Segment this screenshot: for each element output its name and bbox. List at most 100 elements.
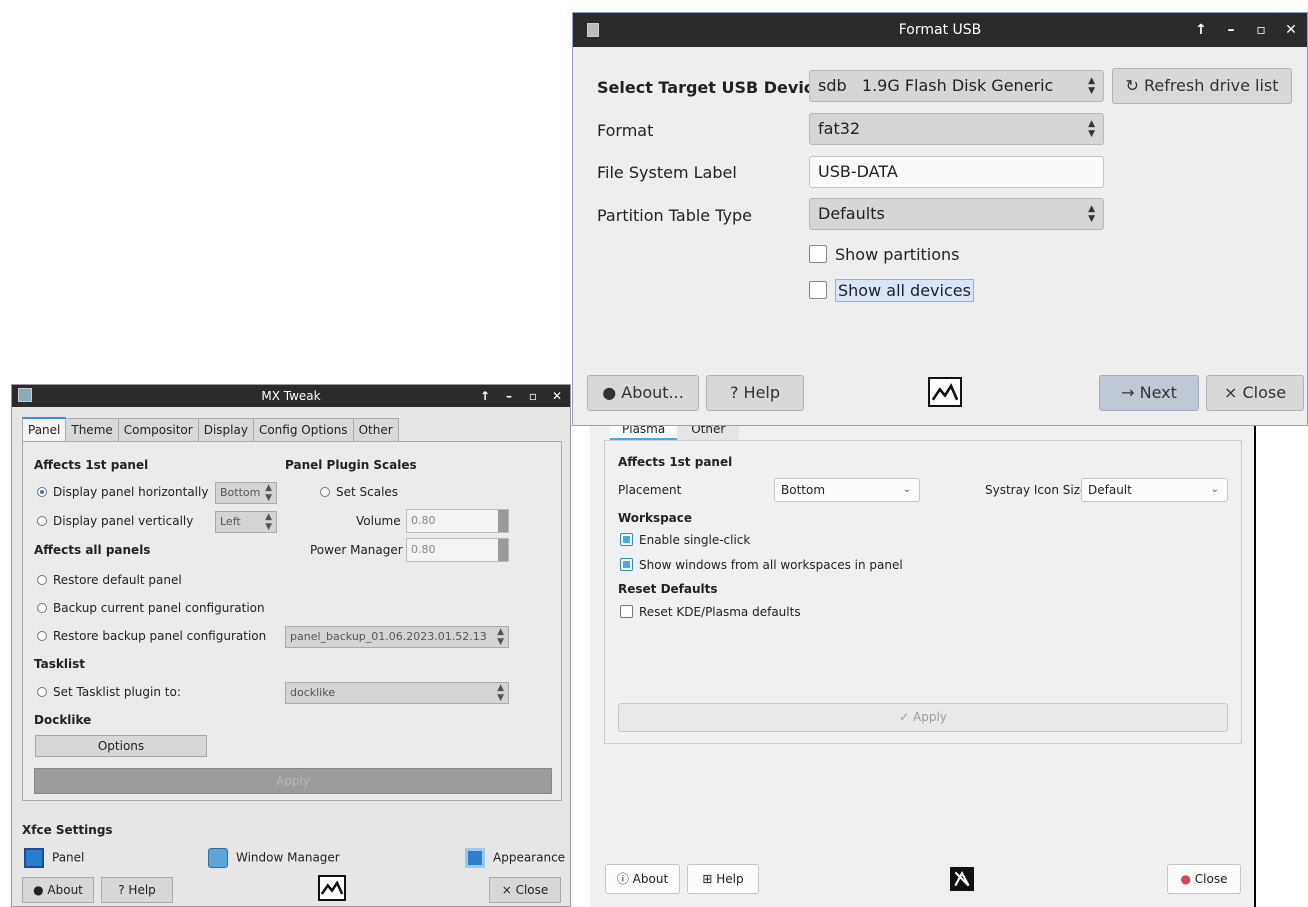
refresh-drive-list-button[interactable]: ↻ Refresh drive list (1112, 68, 1292, 104)
reset-kde-label: Reset KDE/Plasma defaults (639, 605, 801, 619)
radio-selected-icon (37, 487, 47, 497)
tab-panel[interactable]: Panel (22, 417, 67, 441)
mx-tweak-panel-tab-content: Affects 1st panel Panel Plugin Scales Di… (22, 441, 562, 801)
partition-table-label: Partition Table Type (597, 206, 752, 225)
checkbox-checked-icon (620, 558, 633, 571)
mx-logo (928, 377, 962, 407)
set-scales-radio[interactable]: Set Scales (320, 485, 398, 499)
xfce-appearance-launcher[interactable]: Appearance (465, 848, 565, 868)
xfce-appearance-label: Appearance (493, 850, 566, 865)
mx-tweak-tabbar: Panel Theme Compositor Display Config Op… (22, 417, 399, 442)
mx-tweak-apply-button[interactable]: Apply (34, 768, 552, 794)
x-icon: × (1223, 383, 1238, 402)
panel-settings-icon (24, 848, 44, 868)
spinner-arrows-icon: ▲ ▼ (265, 512, 272, 532)
format-label: Format (597, 121, 654, 140)
target-device-select[interactable]: sdb 1.9G Flash Disk Generic ▲ ▼ (809, 70, 1104, 102)
xfce-window-manager-launcher[interactable]: Window Manager (208, 848, 340, 868)
restore-backup-panel-radio[interactable]: Restore backup panel configuration (37, 629, 266, 643)
info-icon: ● (602, 383, 617, 402)
minimize-icon[interactable]: – (502, 385, 516, 407)
format-usb-titlebar[interactable]: Format USB ↑ – ▫ ✕ (573, 13, 1307, 47)
vertical-position-value: Left (220, 515, 241, 528)
plasma-help-button[interactable]: ⊞ Help (687, 864, 759, 894)
reset-kde-defaults-checkbox[interactable]: Reset KDE/Plasma defaults (620, 605, 801, 619)
tab-display[interactable]: Display (197, 418, 254, 442)
display-vertically-radio[interactable]: Display panel vertically (37, 514, 193, 528)
maximize-icon[interactable]: ▫ (1253, 13, 1269, 47)
power-manager-spinbox[interactable]: 0.80 (406, 538, 509, 562)
format-usb-help-button[interactable]: ? Help (706, 375, 804, 411)
plasma-close-button[interactable]: ● Close (1167, 864, 1241, 894)
panel-plugin-scales-heading: Panel Plugin Scales (285, 458, 417, 472)
spinner-arrows-icon: ▲ ▼ (497, 627, 504, 647)
placement-label: Placement (618, 483, 682, 497)
backup-current-panel-radio[interactable]: Backup current panel configuration (37, 601, 265, 615)
checkbox-icon (620, 605, 633, 618)
mx-tweak-help-button[interactable]: ? Help (101, 877, 173, 903)
volume-value: 0.80 (411, 514, 436, 527)
backup-file-select[interactable]: panel_backup_01.06.2023.01.52.13 ▲ ▼ (285, 626, 509, 648)
keep-above-icon[interactable]: ↑ (1193, 13, 1209, 47)
plasma-apply-button[interactable]: ✓ Apply (618, 703, 1228, 732)
display-vertically-label: Display panel vertically (53, 514, 194, 528)
help-book-icon: ⊞ (702, 872, 713, 886)
tab-compositor[interactable]: Compositor (117, 418, 199, 442)
placement-select[interactable]: Bottom ⌄ (774, 478, 920, 502)
minimize-icon[interactable]: – (1223, 13, 1239, 47)
set-tasklist-radio[interactable]: Set Tasklist plugin to: (37, 685, 181, 699)
tasklist-plugin-select[interactable]: docklike ▲ ▼ (285, 682, 509, 704)
help-label: Help (128, 883, 156, 897)
single-click-checkbox[interactable]: Enable single-click (620, 533, 750, 547)
partition-table-select[interactable]: Defaults ▲ ▼ (809, 198, 1104, 230)
format-select[interactable]: fat32 ▲ ▼ (809, 113, 1104, 145)
spin-buttons[interactable] (498, 510, 508, 532)
mx-tweak-about-button[interactable]: ● About (22, 877, 94, 903)
power-manager-label: Power Manager (310, 543, 403, 557)
fs-label-input[interactable]: USB-DATA (809, 156, 1104, 188)
tab-theme[interactable]: Theme (65, 418, 119, 442)
checkbox-icon (809, 281, 827, 299)
format-usb-about-button[interactable]: ● About... (587, 375, 699, 411)
vertical-position-select[interactable]: Left ▲ ▼ (215, 511, 277, 533)
volume-spinbox[interactable]: 0.80 (406, 509, 509, 533)
mx-tweak-window: MX Tweak ↑ – ▫ ✕ Panel Theme Compositor … (11, 384, 571, 907)
close-icon[interactable]: ✕ (550, 385, 564, 407)
plasma-about-button[interactable]: ⓘ About (605, 864, 680, 894)
tasklist-heading: Tasklist (34, 657, 85, 671)
display-horizontally-radio[interactable]: Display panel horizontally (37, 485, 208, 499)
systray-icon-size-select[interactable]: Default ⌄ (1081, 478, 1228, 502)
format-usb-next-button[interactable]: → Next (1099, 375, 1199, 411)
horizontal-position-select[interactable]: Bottom ▲ ▼ (215, 482, 277, 504)
maximize-icon[interactable]: ▫ (526, 385, 540, 407)
partition-table-value: Defaults (818, 204, 885, 223)
xfce-window-manager-label: Window Manager (236, 850, 340, 865)
tab-config-options[interactable]: Config Options (252, 418, 354, 442)
spin-buttons[interactable] (498, 539, 508, 561)
single-click-label: Enable single-click (639, 533, 751, 547)
radio-icon (37, 575, 47, 585)
xfce-panel-launcher[interactable]: Panel (24, 848, 84, 868)
radio-icon (37, 516, 47, 526)
restore-default-panel-radio[interactable]: Restore default panel (37, 573, 182, 587)
format-usb-close-button[interactable]: × Close (1206, 375, 1304, 411)
keep-above-icon[interactable]: ↑ (478, 385, 492, 407)
spinner-arrows-icon: ▲ ▼ (497, 683, 504, 703)
docklike-options-button[interactable]: Options (35, 735, 207, 757)
mx-tweak-close-button[interactable]: × Close (489, 877, 561, 903)
checkbox-checked-icon (620, 533, 633, 546)
mx-tweak-titlebar[interactable]: MX Tweak ↑ – ▫ ✕ (12, 385, 570, 407)
appearance-icon (465, 848, 485, 868)
affects-all-panels-heading: Affects all panels (34, 543, 151, 557)
select-target-device-label: Select Target USB Device (597, 78, 825, 97)
fs-label-label: File System Label (597, 163, 737, 182)
close-label: Close (1242, 383, 1287, 402)
format-value: fat32 (818, 119, 861, 138)
close-icon[interactable]: ✕ (1283, 13, 1299, 47)
show-windows-all-workspaces-checkbox[interactable]: Show windows from all workspaces in pane… (620, 558, 903, 572)
tab-other[interactable]: Other (352, 418, 399, 442)
show-all-devices-checkbox[interactable]: Show all devices (809, 279, 974, 302)
show-partitions-checkbox[interactable]: Show partitions (809, 245, 960, 264)
set-tasklist-label: Set Tasklist plugin to: (53, 685, 181, 699)
placement-value: Bottom (781, 483, 826, 497)
